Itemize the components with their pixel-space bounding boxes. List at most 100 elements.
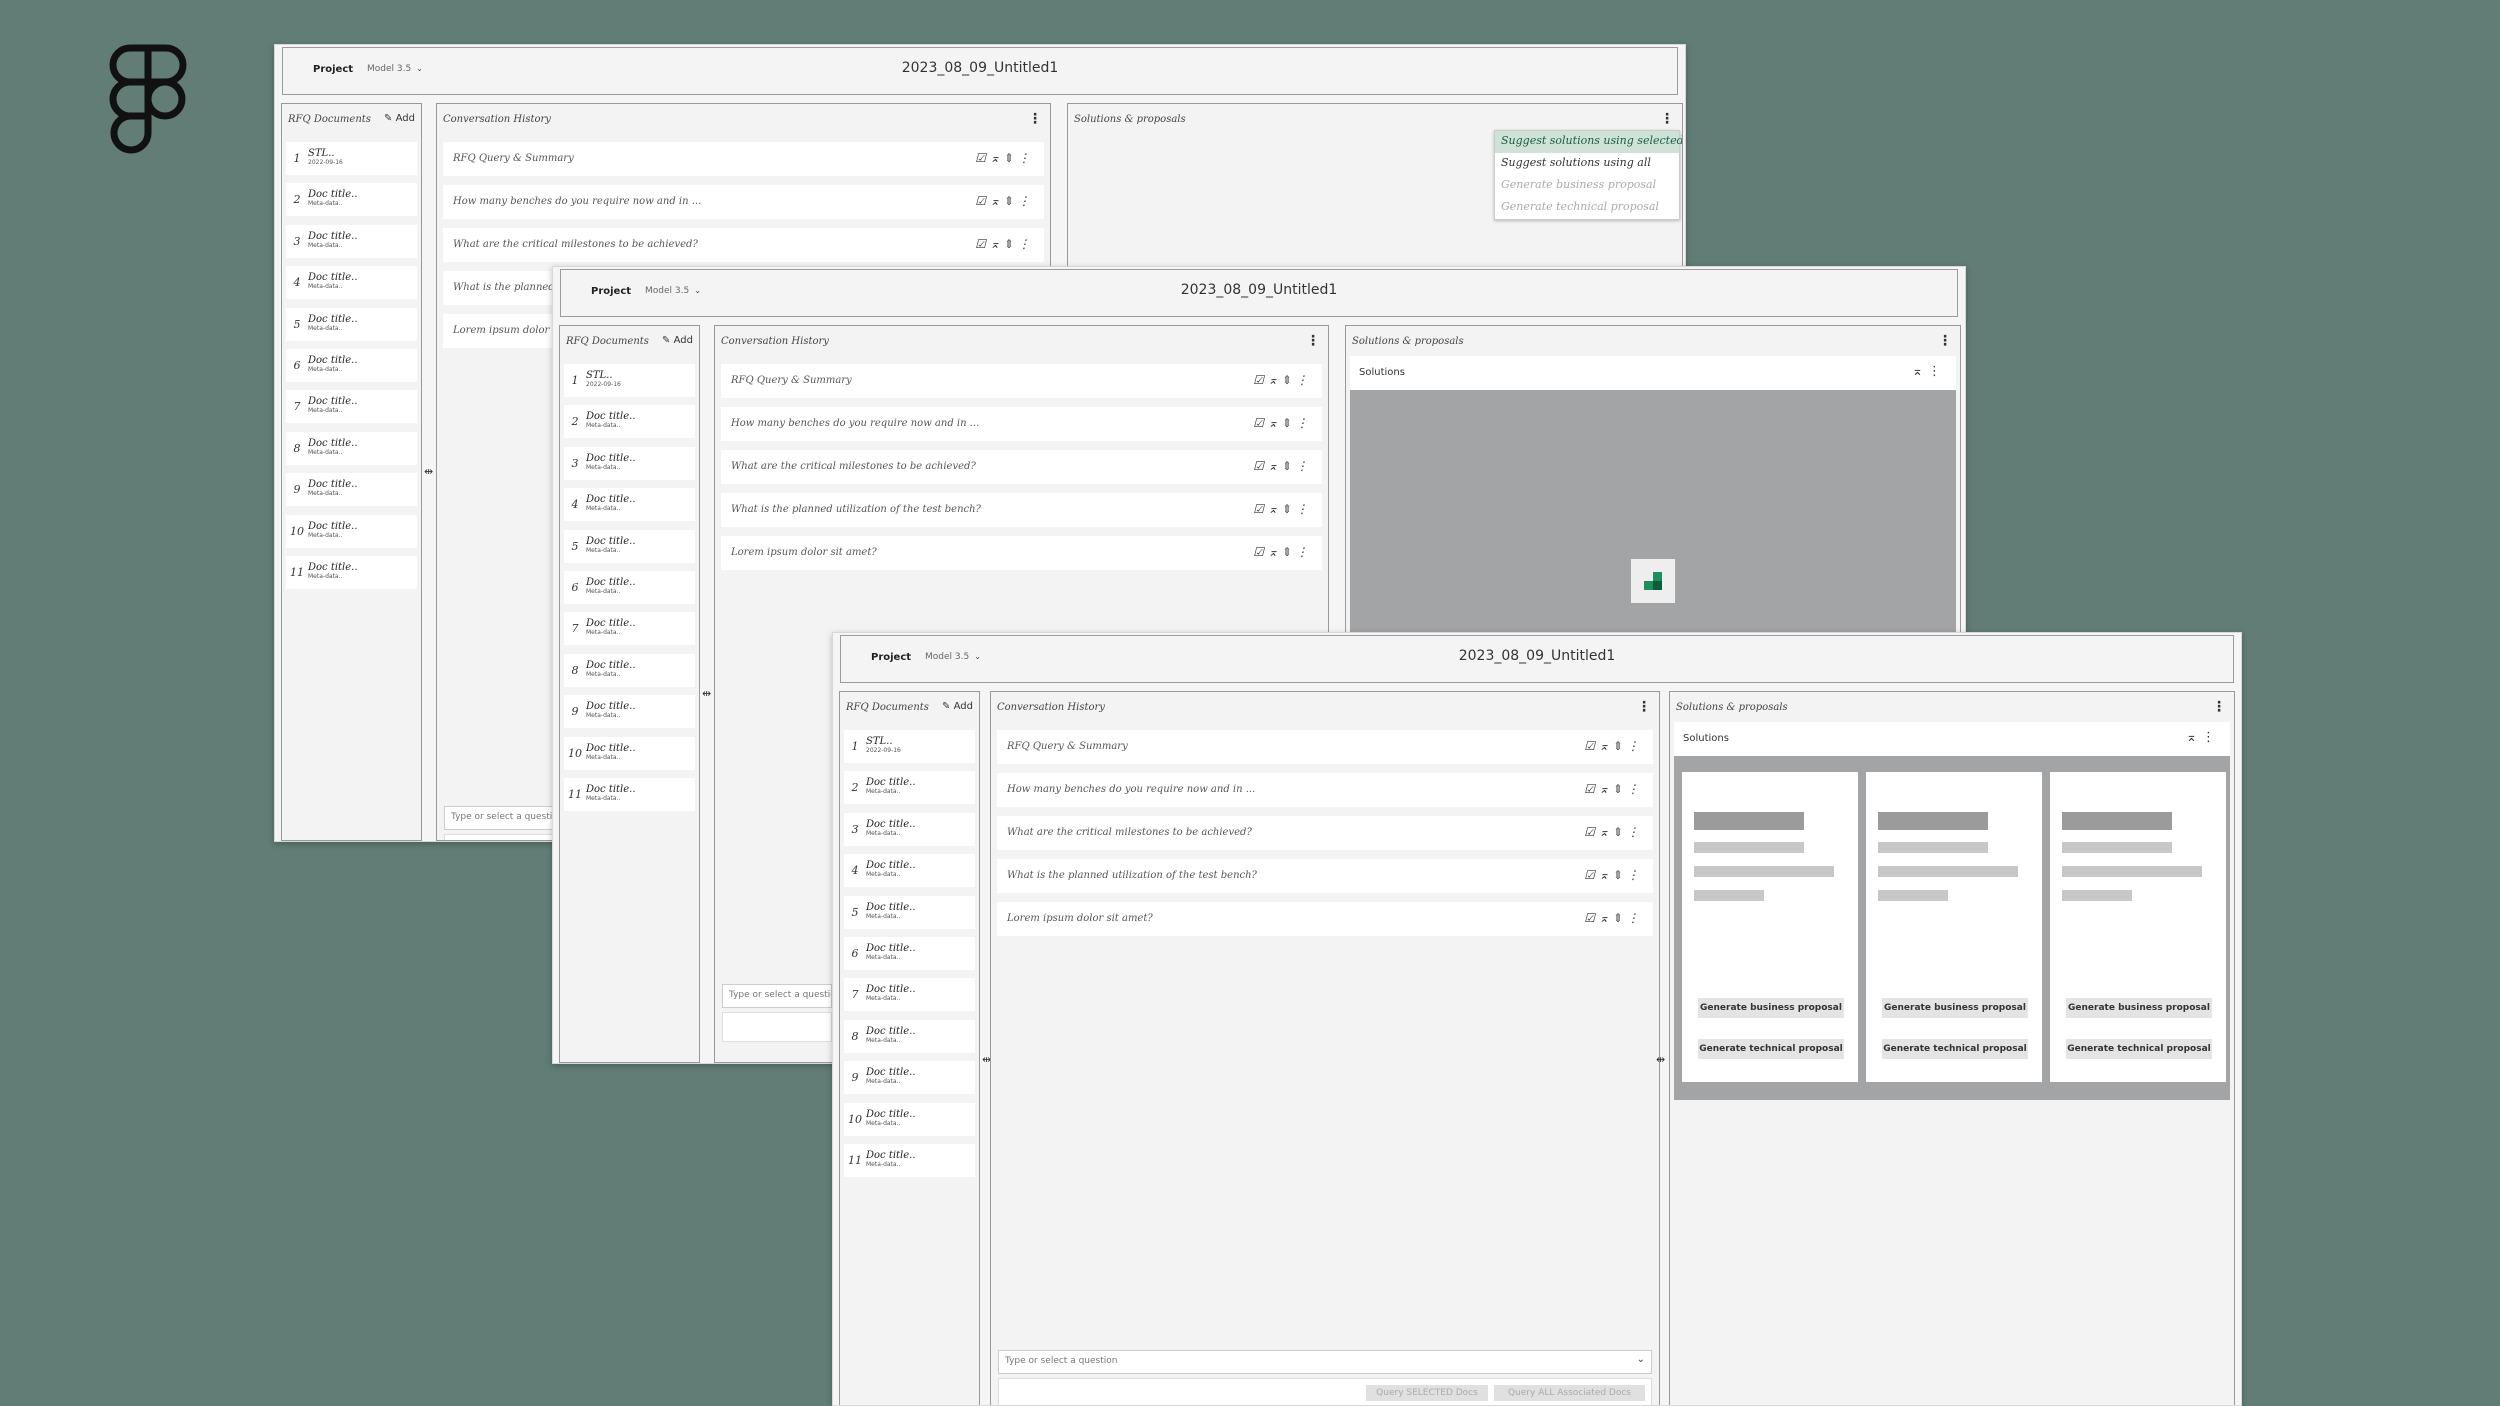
kebab-icon[interactable]: ⋮ (1627, 825, 1643, 839)
generate-technical-proposal-button[interactable]: Generate technical proposal (1882, 1039, 2028, 1059)
collapse-icon[interactable]: ⌅ (1599, 739, 1613, 753)
document-item[interactable]: 10 Doc title.. Meta-data.. (564, 736, 695, 770)
document-item[interactable]: 7 Doc title.. Meta-data.. (564, 612, 695, 646)
kebab-icon[interactable]: ⋮ (1018, 151, 1034, 165)
kebab-icon[interactable]: ⋮ (1296, 373, 1312, 387)
question-row[interactable]: Lorem ipsum dolor sit amet? ☑⌅⇕⋮ (721, 536, 1322, 570)
checkbox-icon[interactable]: ☑ (1253, 373, 1268, 387)
expand-icon[interactable]: ⇕ (1004, 151, 1018, 165)
kebab-icon[interactable]: ⋮ (1296, 545, 1312, 559)
add-document-button[interactable]: ✎ Add (942, 701, 973, 712)
question-row[interactable]: RFQ Query & Summary ☑⌅⇕⋮ (721, 364, 1322, 398)
question-input[interactable]: Type or select a questio (722, 984, 832, 1008)
checkbox-icon[interactable]: ☑ (1253, 545, 1268, 559)
document-item[interactable]: 10 Doc title.. Meta-data.. (844, 1102, 975, 1136)
document-item[interactable]: 5 Doc title.. Meta-data.. (564, 529, 695, 563)
question-row[interactable]: What is the planned utilization of the t… (721, 493, 1322, 527)
kebab-icon[interactable]: ⋮ (1637, 700, 1651, 714)
add-document-button[interactable]: ✎ Add (384, 113, 415, 124)
question-input[interactable]: Type or select a questio (444, 806, 554, 830)
document-item[interactable]: 10 Doc title.. Meta-data.. (286, 514, 417, 548)
collapse-icon[interactable]: ⌅ (1599, 868, 1613, 882)
expand-icon[interactable]: ⇕ (1613, 911, 1627, 925)
collapse-icon[interactable]: ⌅ (1268, 459, 1282, 473)
document-item[interactable]: 3 Doc title.. Meta-data.. (564, 446, 695, 480)
kebab-icon[interactable]: ⋮ (2212, 700, 2226, 714)
checkbox-icon[interactable]: ☑ (1584, 739, 1599, 753)
expand-icon[interactable]: ⇕ (1282, 545, 1296, 559)
collapse-icon[interactable]: ⌅ (1599, 782, 1613, 796)
document-item[interactable]: 6 Doc title.. Meta-data.. (844, 936, 975, 970)
resize-handle-icon[interactable]: ⇹ (702, 687, 711, 700)
document-item[interactable]: 9 Doc title.. Meta-data.. (286, 473, 417, 507)
kebab-icon[interactable]: ⋮ (1928, 364, 1946, 379)
expand-icon[interactable]: ⇕ (1613, 868, 1627, 882)
kebab-icon[interactable]: ⋮ (1627, 868, 1643, 882)
collapse-icon[interactable]: ⌅ (990, 151, 1004, 165)
add-document-button[interactable]: ✎ Add (662, 335, 693, 346)
collapse-icon[interactable]: ⌅ (1268, 373, 1282, 387)
collapse-icon[interactable]: ⌅ (1912, 364, 1928, 379)
document-item[interactable]: 8 Doc title.. Meta-data.. (564, 653, 695, 687)
question-row[interactable]: What are the critical milestones to be a… (721, 450, 1322, 484)
document-item[interactable]: 9 Doc title.. Meta-data.. (844, 1061, 975, 1095)
resize-handle-icon[interactable]: ⇹ (424, 465, 433, 478)
kebab-icon[interactable]: ⋮ (1627, 782, 1643, 796)
document-item[interactable]: 6 Doc title.. Meta-data.. (286, 348, 417, 382)
document-item[interactable]: 4 Doc title.. Meta-data.. (564, 488, 695, 522)
collapse-icon[interactable]: ⌅ (990, 237, 1004, 251)
expand-icon[interactable]: ⇕ (1282, 416, 1296, 430)
question-row[interactable]: How many benches do you require now and … (997, 773, 1653, 807)
document-item[interactable]: 7 Doc title.. Meta-data.. (286, 390, 417, 424)
expand-icon[interactable]: ⇕ (1282, 373, 1296, 387)
generate-business-proposal-button[interactable]: Generate business proposal (1882, 998, 2028, 1018)
document-item[interactable]: 6 Doc title.. Meta-data.. (564, 570, 695, 604)
checkbox-icon[interactable]: ☑ (975, 151, 990, 165)
checkbox-icon[interactable]: ☑ (1253, 502, 1268, 516)
checkbox-icon[interactable]: ☑ (1584, 782, 1599, 796)
kebab-icon[interactable]: ⋮ (1018, 194, 1034, 208)
collapse-icon[interactable]: ⌅ (1268, 545, 1282, 559)
checkbox-icon[interactable]: ☑ (1253, 416, 1268, 430)
query-all-docs-button[interactable]: Query ALL Associated Docs (1494, 1385, 1645, 1401)
document-item[interactable]: 5 Doc title.. Meta-data.. (844, 895, 975, 929)
document-item[interactable]: 2 Doc title.. Meta-data.. (844, 771, 975, 805)
collapse-icon[interactable]: ⌅ (2186, 730, 2202, 745)
question-row[interactable]: What are the critical milestones to be a… (443, 228, 1044, 262)
document-item[interactable]: 4 Doc title.. Meta-data.. (844, 854, 975, 888)
document-item[interactable]: 11 Doc title.. Meta-data.. (844, 1143, 975, 1177)
kebab-icon[interactable]: ⋮ (1660, 112, 1674, 126)
checkbox-icon[interactable]: ☑ (975, 194, 990, 208)
menu-item-suggest-all[interactable]: Suggest solutions using all (1495, 153, 1679, 175)
kebab-icon[interactable]: ⋮ (2202, 730, 2220, 745)
expand-icon[interactable]: ⇕ (1282, 459, 1296, 473)
checkbox-icon[interactable]: ☑ (1584, 825, 1599, 839)
generate-business-proposal-button[interactable]: Generate business proposal (2066, 998, 2212, 1018)
document-item[interactable]: 3 Doc title.. Meta-data.. (844, 812, 975, 846)
document-item[interactable]: 1 STL.. 2022-09-16 (564, 364, 695, 397)
kebab-icon[interactable]: ⋮ (1028, 112, 1042, 126)
document-item[interactable]: 1 STL.. 2022-09-16 (844, 730, 975, 763)
question-row[interactable]: Lorem ipsum dolor sit amet? ☑⌅⇕⋮ (997, 902, 1653, 936)
kebab-icon[interactable]: ⋮ (1627, 911, 1643, 925)
document-item[interactable]: 11 Doc title.. Meta-data.. (286, 555, 417, 589)
kebab-icon[interactable]: ⋮ (1296, 502, 1312, 516)
document-item[interactable]: 2 Doc title.. Meta-data.. (286, 183, 417, 217)
checkbox-icon[interactable]: ☑ (1584, 911, 1599, 925)
document-item[interactable]: 8 Doc title.. Meta-data.. (844, 1019, 975, 1053)
generate-technical-proposal-button[interactable]: Generate technical proposal (2066, 1039, 2212, 1059)
document-item[interactable]: 1 STL.. 2022-09-16 (286, 142, 417, 175)
document-item[interactable]: 11 Doc title.. Meta-data.. (564, 777, 695, 811)
question-input[interactable]: Type or select a question ⌄ (998, 1350, 1652, 1374)
collapse-icon[interactable]: ⌅ (1599, 825, 1613, 839)
menu-item-suggest-selected[interactable]: Suggest solutions using selected (1495, 131, 1682, 153)
question-row[interactable]: What are the critical milestones to be a… (997, 816, 1653, 850)
document-item[interactable]: 5 Doc title.. Meta-data.. (286, 307, 417, 341)
collapse-icon[interactable]: ⌅ (1268, 502, 1282, 516)
query-selected-docs-button[interactable]: Query SELECTED Docs (1366, 1385, 1488, 1401)
document-item[interactable]: 8 Doc title.. Meta-data.. (286, 431, 417, 465)
checkbox-icon[interactable]: ☑ (975, 237, 990, 251)
kebab-icon[interactable]: ⋮ (1296, 459, 1312, 473)
question-row[interactable]: What is the planned utilization of the t… (997, 859, 1653, 893)
question-row[interactable]: How many benches do you require now and … (443, 185, 1044, 219)
